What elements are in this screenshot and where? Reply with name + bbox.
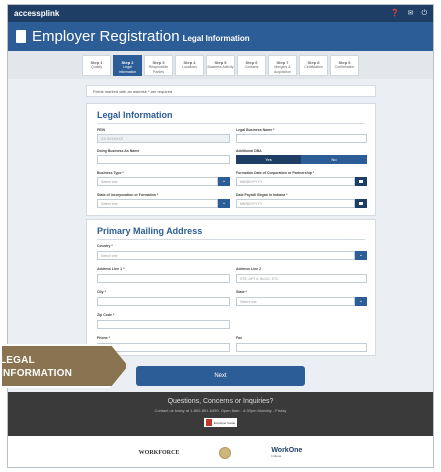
legal-information-card: Legal Information FEIN XX-XXXXXXX Legal …	[86, 103, 376, 216]
help-icon[interactable]: ❓	[391, 10, 400, 17]
state-seal-icon	[219, 446, 232, 459]
page-title: Employer Registration	[32, 28, 180, 45]
formation-date-input[interactable]: MM/DD/YYYY	[236, 177, 355, 186]
fax-input[interactable]	[236, 343, 367, 352]
payroll-date-label: Date Payroll Began in Indiana *	[236, 193, 288, 197]
dba-yes-toggle[interactable]: Yes	[236, 155, 301, 164]
document-icon	[16, 30, 26, 43]
step-progress: Step 1 Qualify Step 2 Legal Information St…	[8, 51, 433, 79]
page-header: Employer Registration Legal Information	[8, 22, 433, 51]
fein-label: FEIN	[97, 128, 105, 132]
mailing-section-title: Primary Mailing Address	[97, 226, 203, 236]
payroll-date-input[interactable]: MM/DD/YYYY	[236, 199, 355, 208]
chevron-down-icon[interactable]: ⌄	[355, 297, 367, 306]
country-label: Country *	[97, 244, 113, 248]
chevron-down-icon[interactable]: ⌄	[218, 177, 230, 186]
step-certification[interactable]: Step 8 Certification	[299, 54, 328, 76]
app-logo: access​plink	[14, 9, 60, 18]
business-type-select[interactable]: Select one	[97, 177, 218, 186]
app-frame: access​plink ❓ ✉ ⏻ Employer Registration…	[7, 4, 434, 468]
dba-label: Doing Business As Name	[97, 149, 140, 153]
legal-name-label: Legal Business Name *	[236, 128, 275, 132]
city-label: City *	[97, 290, 106, 294]
calendar-icon[interactable]	[355, 199, 367, 208]
additional-dba-label: Additional DBA	[236, 149, 262, 153]
step-locations[interactable]: Step 4 Locations	[175, 54, 204, 76]
state-select[interactable]: Select one	[236, 297, 355, 306]
required-notice: Fields marked with an asterisk * are req…	[86, 85, 376, 97]
step-business-activity[interactable]: Step 5 Business Activity	[206, 54, 235, 76]
address-line2-input[interactable]: STE, APT #, BLDG, ETC	[236, 274, 367, 283]
employer-guide-link[interactable]: Employer Guide	[203, 418, 238, 427]
step-mergers[interactable]: Step 7 Mergers & Acquisition	[268, 54, 297, 76]
state-formation-label: State of Incorporation or Formation *	[97, 193, 159, 197]
address-line1-label: Address Line 1 *	[97, 267, 125, 271]
footer-contact: Contact us today at 1-800-891-6499. Open…	[154, 408, 287, 413]
dba-input[interactable]	[97, 155, 230, 164]
zip-input[interactable]	[97, 320, 230, 329]
business-type-label: Business Type *	[97, 171, 124, 175]
state-formation-select[interactable]: Select one	[97, 199, 218, 208]
callout-line2: INFORMATION	[0, 368, 73, 379]
chevron-down-icon[interactable]: ⌄	[355, 251, 367, 260]
legal-name-input[interactable]	[236, 134, 367, 143]
step-responsible-parties[interactable]: Step 3 Responsible Parties	[144, 54, 173, 76]
fax-label: Fax	[236, 336, 243, 340]
divider	[97, 239, 365, 240]
step-legal-information[interactable]: Step 2 Legal Information	[113, 54, 142, 76]
legal-section-title: Legal Information	[97, 110, 173, 120]
phone-label: Phone *	[97, 336, 111, 340]
callout-line1: LEGAL	[0, 355, 35, 366]
step-qualify[interactable]: Step 1 Qualify	[82, 54, 111, 76]
legal-information-callout: LEGAL INFORMATION	[0, 344, 128, 388]
mailing-address-card: Primary Mailing Address Country * Select…	[86, 219, 376, 356]
phone-input[interactable]	[97, 343, 230, 352]
address-line2-label: Address Line 2	[236, 267, 262, 271]
country-select[interactable]: Select one	[97, 251, 355, 260]
next-button[interactable]: Next	[136, 366, 305, 386]
address-line1-input[interactable]	[97, 274, 230, 283]
pdf-icon	[205, 419, 212, 426]
zip-label: Zip Code *	[97, 313, 115, 317]
formation-date-label: Formation Date of Corporation or Partner…	[236, 171, 315, 175]
pdf-label: Employer Guide	[213, 420, 236, 425]
footer-question: Questions, Concerns or Inquiries?	[167, 398, 274, 405]
workone-logo: WorkOne Indiana	[271, 447, 303, 458]
step-contacts[interactable]: Step 6 Contacts	[237, 54, 266, 76]
partner-logos: WORKFORCE WorkOne Indiana	[8, 436, 433, 467]
footer: Questions, Concerns or Inquiries? Contac…	[8, 392, 433, 436]
state-label: State *	[236, 290, 247, 294]
divider	[97, 123, 365, 124]
fein-field: XX-XXXXXXX	[97, 134, 230, 143]
city-input[interactable]	[97, 297, 230, 306]
dba-no-toggle[interactable]: No	[301, 155, 367, 164]
power-icon[interactable]: ⏻	[421, 10, 427, 17]
top-bar: access​plink ❓ ✉ ⏻	[8, 5, 433, 22]
workforce-logo: WORKFORCE	[138, 449, 180, 456]
step-confirmation[interactable]: Step 9 Confirmation	[330, 54, 359, 76]
mail-icon[interactable]: ✉	[408, 10, 414, 17]
chevron-down-icon[interactable]: ⌄	[218, 199, 230, 208]
page-subtitle: Legal Information	[182, 34, 250, 43]
calendar-icon[interactable]	[355, 177, 367, 186]
